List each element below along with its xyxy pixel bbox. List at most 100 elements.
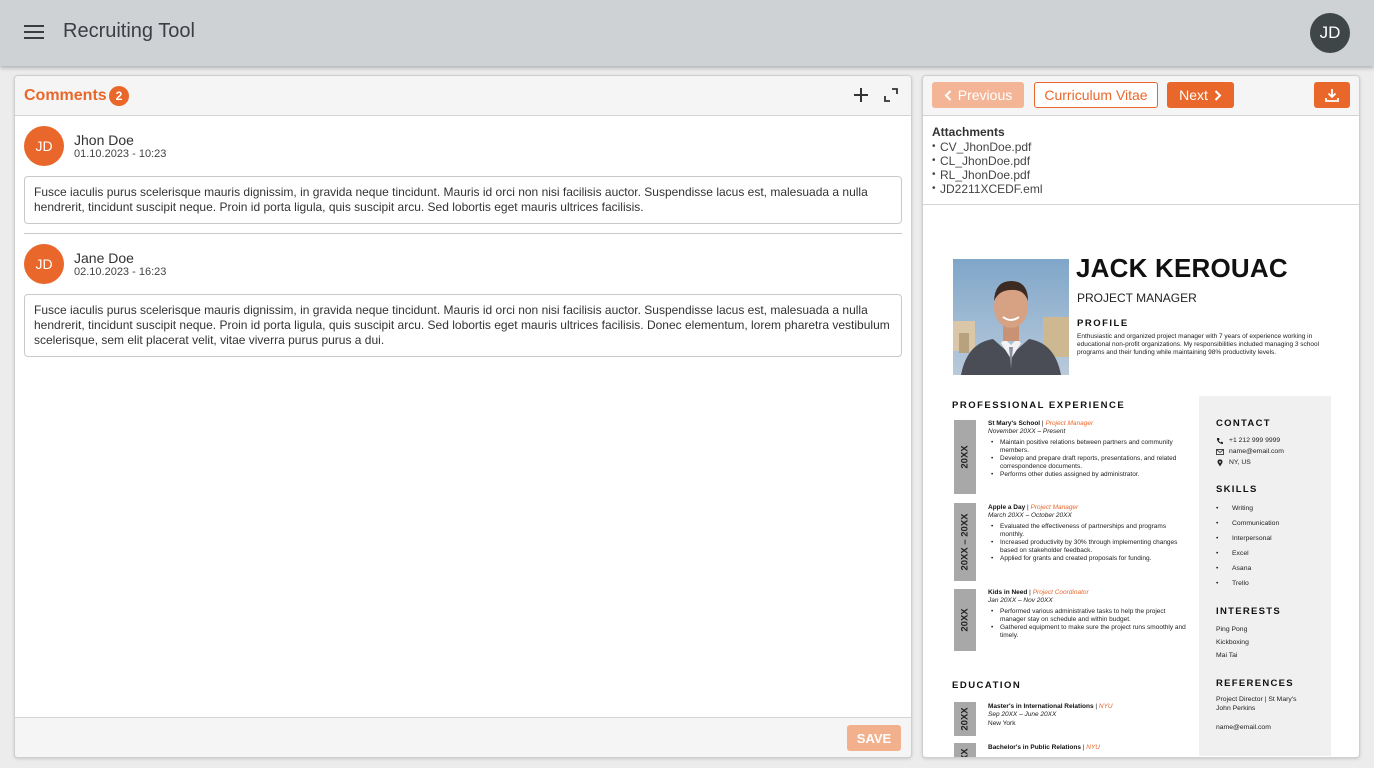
next-button[interactable]: Next — [1167, 82, 1234, 108]
comment-date: 01.10.2023 - 10:23 — [74, 148, 167, 160]
comment-text[interactable]: Fusce iaculis purus scelerisque mauris d… — [24, 176, 902, 224]
comment-author: Jhon Doe — [74, 132, 134, 148]
app-header: Recruiting Tool JD — [0, 0, 1374, 66]
cv-education-item: Master's in International Relations | NY… — [988, 703, 1188, 728]
cv-email: name@email.com — [1216, 446, 1331, 457]
document-type-button[interactable]: Curriculum Vitae — [1034, 82, 1158, 108]
envelope-icon — [1216, 448, 1224, 455]
hamburger-menu-icon[interactable] — [24, 25, 44, 41]
chevron-left-icon — [944, 89, 951, 101]
cv-reference-line: John Perkins — [1216, 705, 1256, 712]
cv-job-bullet: Maintain positive relations between part… — [988, 439, 1188, 455]
cv-job-org: St Mary's School — [988, 420, 1041, 427]
map-pin-icon — [1217, 458, 1223, 466]
cv-job-bullet: Gathered equipment to make sure the proj… — [988, 624, 1188, 640]
cv-profile-heading: PROFILE — [1077, 318, 1129, 329]
attachment-link[interactable]: CV_JhonDoe.pdf — [932, 140, 1359, 154]
cv-job-dates: November 20XX – Present — [988, 428, 1066, 435]
cv-reference-email: name@email.com — [1216, 724, 1271, 731]
comments-count-badge: 2 — [109, 86, 129, 106]
cv-skill: Writing — [1216, 501, 1331, 516]
cv-references-heading: REFERENCES — [1216, 678, 1294, 689]
cv-interest: Mai Tai — [1216, 652, 1238, 659]
cv-job-dates: Jan 20XX – Nov 20XX — [988, 597, 1053, 604]
attachment-link[interactable]: RL_JhonDoe.pdf — [932, 168, 1359, 182]
cv-profile-text: Enthusiastic and organized project manag… — [1077, 333, 1320, 356]
cv-year-label: 20XX — [960, 748, 971, 757]
cv-year-bar: 20XX — [954, 702, 976, 736]
cv-education-location: New York — [988, 720, 1016, 727]
comments-footer: SAVE — [15, 717, 911, 757]
comment-date: 02.10.2023 - 16:23 — [74, 266, 167, 278]
comments-title: Comments — [24, 87, 107, 104]
expand-icon[interactable] — [883, 87, 899, 103]
profile-photo — [953, 259, 1069, 375]
cv-job: Apple a Day | Project Manager March 20XX… — [988, 504, 1188, 563]
cv-name: JACK KEROUAC — [1076, 253, 1288, 283]
download-button[interactable] — [1314, 82, 1350, 108]
cv-job-bullet: Performed various administrative tasks t… — [988, 608, 1188, 624]
cv-location: NY, US — [1216, 457, 1331, 468]
cv-skill: Interpersonal — [1216, 531, 1331, 546]
cv-email-text: name@email.com — [1229, 448, 1284, 455]
cv-skills-heading: SKILLS — [1216, 484, 1258, 495]
cv-sidebar: CONTACT +1 212 999 9999 name@email.com N… — [1199, 396, 1331, 756]
cv-degree: Bachelor's in Public Relations — [988, 744, 1081, 751]
comment-text[interactable]: Fusce iaculis purus scelerisque mauris d… — [24, 294, 902, 357]
cv-skill: Asana — [1216, 561, 1331, 576]
avatar: JD — [24, 244, 64, 284]
cv-education-heading: EDUCATION — [952, 680, 1022, 691]
cv-year-bar: 20XX — [954, 420, 976, 494]
attachments-list: CV_JhonDoe.pdf CL_JhonDoe.pdf RL_JhonDoe… — [932, 140, 1359, 196]
cv-year-bar: 20XX — [954, 743, 976, 757]
cv-role: PROJECT MANAGER — [1077, 291, 1197, 305]
cv-skill: Excel — [1216, 546, 1331, 561]
comment-author: Jane Doe — [74, 250, 134, 266]
comment-divider — [24, 233, 902, 234]
cv-job: Kids in Need | Project Coordinator Jan 2… — [988, 589, 1188, 640]
cv-job-org: Kids in Need — [988, 589, 1028, 596]
cv-job-bullet: Performs other duties assigned by admini… — [988, 471, 1188, 479]
attachments-section: Attachments CV_JhonDoe.pdf CL_JhonDoe.pd… — [923, 116, 1359, 205]
attachment-link[interactable]: CL_JhonDoe.pdf — [932, 154, 1359, 168]
chevron-right-icon — [1214, 89, 1222, 101]
cv-year-label: 20XX – 20XX — [959, 513, 971, 571]
cv-document[interactable]: JACK KEROUAC PROJECT MANAGER PROFILE Ent… — [923, 206, 1359, 757]
cv-school: NYU — [1086, 744, 1100, 751]
save-button[interactable]: SAVE — [847, 725, 901, 751]
cv-year-label: 20XX — [959, 445, 971, 469]
previous-label: Previous — [957, 87, 1013, 103]
cv-job-bullet: Develop and prepare draft reports, prese… — [988, 455, 1188, 471]
next-label: Next — [1179, 87, 1208, 103]
cv-year-bar: 20XX — [954, 589, 976, 651]
cv-job-title: Project Coordinator — [1032, 589, 1089, 596]
comments-header: Comments 2 — [15, 76, 911, 116]
cv-education-item: Bachelor's in Public Relations | NYU — [988, 744, 1100, 751]
previous-button[interactable]: Previous — [932, 82, 1024, 108]
cv-contact-heading: CONTACT — [1216, 418, 1271, 429]
cv-interest: Ping Pong — [1216, 626, 1248, 633]
cv-phone: +1 212 999 9999 — [1216, 435, 1331, 446]
user-avatar[interactable]: JD — [1310, 13, 1350, 53]
cv-job: St Mary's School | Project Manager Novem… — [988, 420, 1188, 479]
cv-degree: Master's in International Relations — [988, 703, 1094, 710]
viewer-toolbar: Previous Curriculum Vitae Next — [923, 76, 1359, 116]
plus-icon[interactable] — [851, 85, 871, 105]
phone-icon — [1217, 437, 1223, 444]
cv-year-bar: 20XX – 20XX — [954, 503, 976, 581]
avatar: JD — [24, 126, 64, 166]
cv-reference-line: Project Director | St Mary's — [1216, 696, 1297, 703]
app-title: Recruiting Tool — [63, 20, 195, 42]
cv-phone-text: +1 212 999 9999 — [1229, 437, 1281, 444]
cv-year-label: 20XX — [959, 608, 971, 632]
cv-job-bullet: Increased productivity by 30% through im… — [988, 539, 1188, 555]
cv-school: NYU — [1098, 703, 1113, 710]
cv-job-org: Apple a Day — [988, 504, 1026, 511]
cv-education-dates: Sep 20XX – June 20XX — [988, 711, 1057, 718]
cv-job-title: Project Manager — [1030, 504, 1079, 511]
cv-experience-heading: PROFESSIONAL EXPERIENCE — [952, 400, 1126, 411]
cv-skill: Communication — [1216, 516, 1331, 531]
cv-interests-heading: INTERESTS — [1216, 606, 1282, 617]
download-icon — [1325, 89, 1339, 102]
attachment-link[interactable]: JD2211XCEDF.eml — [932, 182, 1359, 196]
